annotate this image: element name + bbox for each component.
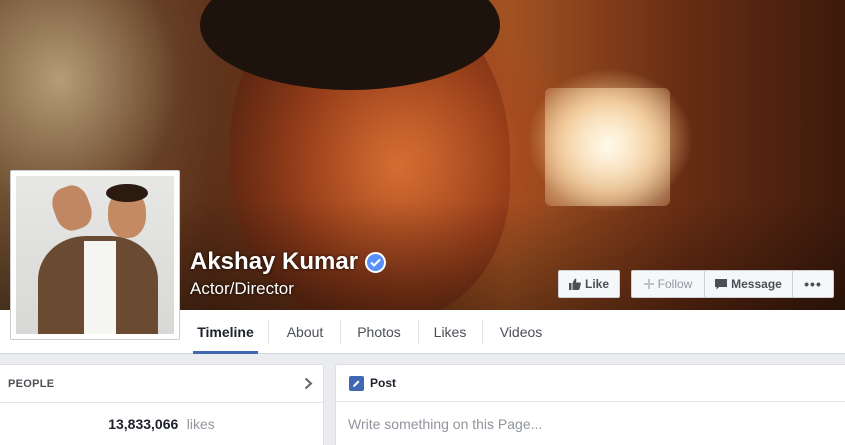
follow-label: Follow xyxy=(657,277,693,291)
message-button[interactable]: Message xyxy=(704,270,793,298)
people-card: PEOPLE 13,833,066 likes xyxy=(0,364,324,445)
post-tab[interactable]: Post xyxy=(370,376,396,390)
profile-photo xyxy=(16,176,174,334)
verified-badge-icon xyxy=(365,251,387,273)
tab-photos[interactable]: Photos xyxy=(349,310,409,354)
likes-label: likes xyxy=(186,416,215,432)
page-category[interactable]: Actor/Director xyxy=(190,279,294,299)
tab-videos[interactable]: Videos xyxy=(491,310,551,354)
more-options-button[interactable]: ••• xyxy=(792,270,834,298)
composer-card: Post Write something on this Page... xyxy=(335,364,845,445)
tab-divider xyxy=(418,320,419,344)
facebook-page: Akshay Kumar Actor/Director Like Follow … xyxy=(0,0,845,445)
pencil-icon xyxy=(349,375,364,391)
plus-icon xyxy=(643,279,654,289)
profile-picture[interactable] xyxy=(10,170,180,340)
tab-divider xyxy=(482,320,483,344)
chevron-right-icon[interactable] xyxy=(304,377,313,390)
people-card-header[interactable]: PEOPLE xyxy=(0,365,323,403)
profile-photo-hand xyxy=(47,181,97,235)
message-label: Message xyxy=(731,277,782,291)
message-icon xyxy=(715,278,728,289)
tab-timeline[interactable]: Timeline xyxy=(193,310,258,354)
people-card-title: PEOPLE xyxy=(8,377,55,390)
composer-input[interactable]: Write something on this Page... xyxy=(336,402,845,445)
cover-glass-light xyxy=(545,88,670,206)
likes-count: 13,833,066 xyxy=(108,416,179,432)
composer-header: Post xyxy=(336,365,845,402)
tab-likes[interactable]: Likes xyxy=(426,310,474,354)
tab-about[interactable]: About xyxy=(278,310,332,354)
profile-photo-shirt xyxy=(84,241,116,334)
like-label: Like xyxy=(584,277,609,291)
page-name-row: Akshay Kumar xyxy=(190,248,387,276)
thumbs-up-icon xyxy=(568,278,581,290)
like-button[interactable]: Like xyxy=(558,270,620,298)
profile-photo-hair xyxy=(106,184,148,202)
page-name[interactable]: Akshay Kumar xyxy=(190,248,358,276)
more-dots-icon: ••• xyxy=(804,276,822,292)
page-likes-row: 13,833,066 likes xyxy=(0,403,323,434)
follow-button[interactable]: Follow xyxy=(631,270,705,298)
tab-divider xyxy=(340,320,341,344)
tab-divider xyxy=(268,320,269,344)
